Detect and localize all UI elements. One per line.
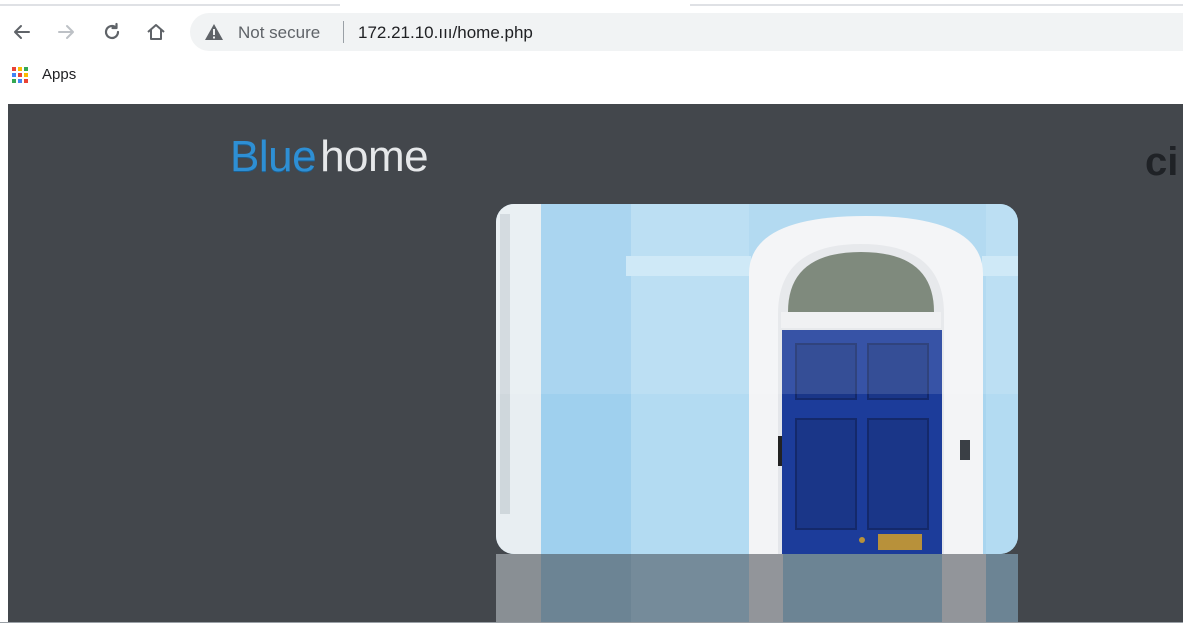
apps-bookmark[interactable]: Apps bbox=[12, 66, 76, 83]
logo-home-text: home bbox=[320, 132, 429, 181]
arrow-right-icon bbox=[58, 25, 74, 39]
arrow-left-icon bbox=[14, 25, 30, 39]
home-icon bbox=[147, 24, 165, 40]
forward-button[interactable] bbox=[52, 18, 80, 46]
omnibox-separator bbox=[343, 21, 344, 43]
home-button[interactable] bbox=[142, 18, 170, 46]
warning-triangle-icon[interactable] bbox=[204, 23, 224, 41]
reload-icon bbox=[104, 22, 120, 40]
reload-button[interactable] bbox=[98, 18, 126, 46]
address-bar[interactable]: Not secure 172.21.10.ııı/home.php bbox=[190, 13, 1183, 51]
logo-blue-text: Blue bbox=[230, 132, 317, 181]
hero-image bbox=[496, 204, 1018, 554]
site-logo[interactable]: Bluehome bbox=[230, 132, 429, 182]
corner-text: ci bbox=[1145, 140, 1179, 184]
page-content: Bluehome ci bbox=[8, 104, 1183, 622]
security-label[interactable]: Not secure bbox=[238, 23, 320, 43]
tab-strip bbox=[0, 0, 1183, 8]
browser-toolbar: Not secure 172.21.10.ııı/home.php bbox=[0, 10, 1183, 54]
blue-door-photo bbox=[496, 204, 1018, 554]
tab-strip-line bbox=[0, 4, 340, 6]
apps-grid-icon bbox=[12, 66, 28, 83]
reflection-graphic bbox=[496, 554, 1018, 622]
url-text[interactable]: 172.21.10.ııı/home.php bbox=[358, 23, 533, 43]
tab-strip-line bbox=[690, 4, 1183, 6]
hero-image-reflection bbox=[496, 554, 1018, 622]
bookmarks-bar: Apps bbox=[0, 58, 1183, 98]
back-button[interactable] bbox=[8, 18, 36, 46]
window-bottom-edge bbox=[0, 622, 1183, 627]
apps-label: Apps bbox=[42, 66, 77, 83]
